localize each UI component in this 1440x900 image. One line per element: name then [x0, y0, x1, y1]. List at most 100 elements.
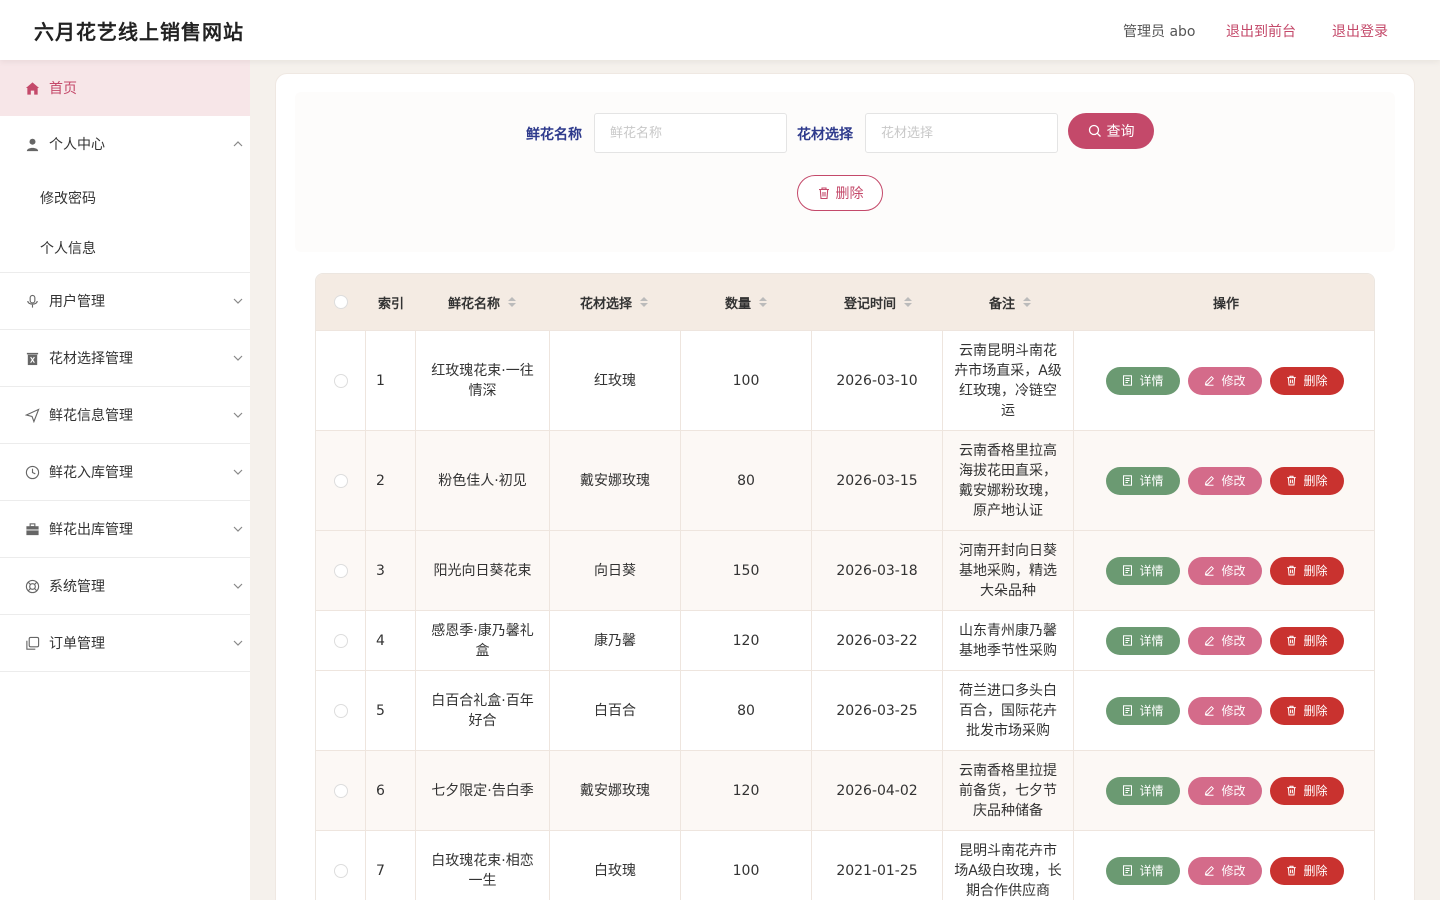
detail-label: 详情	[1139, 563, 1164, 578]
edit-button[interactable]: 修改	[1188, 556, 1262, 585]
sidebar-item-orders[interactable]: 订单管理	[0, 615, 250, 671]
cell-index: 3	[366, 531, 416, 610]
detail-label: 详情	[1139, 373, 1164, 388]
logout-link[interactable]: 退出登录	[1332, 21, 1388, 41]
select-all-checkbox-cell[interactable]	[316, 274, 366, 330]
cell-date: 2021-01-25	[812, 831, 943, 900]
header-material[interactable]: 花材选择	[548, 274, 680, 330]
row-checkbox-cell[interactable]	[316, 331, 366, 430]
row-checkbox[interactable]	[333, 863, 348, 878]
detail-label: 详情	[1139, 863, 1164, 878]
delete-button[interactable]: 删除	[1270, 556, 1344, 585]
cell-quantity: 80	[681, 431, 812, 530]
detail-button[interactable]: 详情	[1106, 776, 1180, 805]
header-quantity[interactable]: 数量	[680, 274, 812, 330]
sidebar-item-user-management[interactable]: 用户管理	[0, 273, 250, 329]
header-date[interactable]: 登记时间	[812, 274, 944, 330]
sidebar-subitem-change-password[interactable]: 修改密码	[40, 188, 96, 208]
back-to-front-link[interactable]: 退出到前台	[1226, 21, 1296, 41]
cell-actions: 详情 修改 删除	[1074, 431, 1374, 530]
cell-flower-name: 粉色佳人·初见	[416, 431, 550, 530]
select-all-checkbox[interactable]	[334, 295, 348, 309]
query-button[interactable]: 查询	[1068, 113, 1154, 149]
sidebar-item-system[interactable]: 系统管理	[0, 558, 250, 614]
detail-button[interactable]: 详情	[1106, 466, 1180, 495]
edit-icon	[1204, 475, 1215, 486]
cell-flower-name: 感恩季·康乃馨礼盒	[416, 611, 550, 670]
sidebar-item-material-management[interactable]: 花材选择管理	[0, 330, 250, 386]
detail-button[interactable]: 详情	[1106, 556, 1180, 585]
sort-icon[interactable]	[904, 297, 912, 307]
row-checkbox-cell[interactable]	[316, 431, 366, 530]
header-note[interactable]: 备注	[944, 274, 1076, 330]
trash-icon	[1286, 375, 1297, 386]
edit-button[interactable]: 修改	[1188, 366, 1262, 395]
cell-quantity: 80	[681, 671, 812, 750]
row-checkbox-cell[interactable]	[316, 831, 366, 900]
sort-icon[interactable]	[508, 297, 516, 307]
row-checkbox-cell[interactable]	[316, 611, 366, 670]
detail-label: 详情	[1139, 633, 1164, 648]
sort-icon[interactable]	[1023, 297, 1031, 307]
delete-button[interactable]: 删除	[1270, 776, 1344, 805]
row-checkbox[interactable]	[333, 373, 348, 388]
row-checkbox-cell[interactable]	[316, 751, 366, 830]
material-input[interactable]	[865, 113, 1058, 153]
flower-name-input[interactable]	[594, 113, 787, 153]
trash-icon	[1286, 865, 1297, 876]
sidebar-subitem-profile[interactable]: 个人信息	[40, 238, 96, 258]
sidebar-item-label: 个人中心	[49, 137, 105, 153]
search-panel	[295, 92, 1395, 252]
sort-icon[interactable]	[759, 297, 767, 307]
delete-button[interactable]: 删除	[1270, 626, 1344, 655]
detail-button[interactable]: 详情	[1106, 856, 1180, 885]
sidebar-item-label: 鲜花入库管理	[49, 465, 133, 481]
microphone-icon	[24, 293, 40, 309]
document-icon	[1122, 705, 1133, 716]
divider	[0, 671, 250, 672]
cell-actions: 详情 修改 删除	[1074, 831, 1374, 900]
sidebar-item-stock-out[interactable]: 鲜花出库管理	[0, 501, 250, 557]
cell-index: 1	[366, 331, 416, 430]
detail-button[interactable]: 详情	[1106, 696, 1180, 725]
edit-button[interactable]: 修改	[1188, 856, 1262, 885]
delete-button[interactable]: 删除	[1270, 466, 1344, 495]
detail-button[interactable]: 详情	[1106, 366, 1180, 395]
cell-quantity: 100	[681, 831, 812, 900]
chevron-down-icon	[233, 467, 243, 477]
cell-note: 云南香格里拉提前备货，七夕节庆品种储备	[943, 751, 1074, 830]
cell-actions: 详情 修改 删除	[1074, 331, 1374, 430]
edit-button[interactable]: 修改	[1188, 466, 1262, 495]
edit-button[interactable]: 修改	[1188, 776, 1262, 805]
delete-button[interactable]: 删除	[1270, 696, 1344, 725]
delete-button[interactable]: 删除	[1270, 856, 1344, 885]
edit-label: 修改	[1221, 373, 1246, 388]
delete-label: 删除	[1303, 783, 1328, 798]
detail-button[interactable]: 详情	[1106, 626, 1180, 655]
sidebar-item-flower-info[interactable]: 鲜花信息管理	[0, 387, 250, 443]
sidebar-item-label: 花材选择管理	[49, 351, 133, 367]
header-flower-name[interactable]: 鲜花名称	[416, 274, 548, 330]
row-checkbox-cell[interactable]	[316, 671, 366, 750]
header-label: 花材选择	[579, 296, 632, 312]
edit-label: 修改	[1221, 563, 1246, 578]
sidebar-item-home[interactable]: 首页	[0, 60, 250, 116]
row-checkbox[interactable]	[333, 563, 348, 578]
sidebar-item-stock-in[interactable]: 鲜花入库管理	[0, 444, 250, 500]
home-icon	[24, 80, 40, 96]
sidebar-item-label: 用户管理	[49, 294, 105, 310]
row-checkbox[interactable]	[333, 783, 348, 798]
edit-label: 修改	[1221, 703, 1246, 718]
row-checkbox[interactable]	[333, 703, 348, 718]
delete-button[interactable]: 删除	[1270, 366, 1344, 395]
batch-delete-button[interactable]: 删除	[797, 175, 883, 211]
row-checkbox[interactable]	[333, 473, 348, 488]
sidebar-item-personal-center[interactable]: 个人中心	[0, 116, 250, 172]
table-row: 7 白玫瑰花束·相恋一生 白玫瑰 100 2021-01-25 昆明斗南花卉市场…	[316, 830, 1374, 900]
edit-icon	[1204, 705, 1215, 716]
row-checkbox[interactable]	[333, 633, 348, 648]
sort-icon[interactable]	[640, 297, 648, 307]
row-checkbox-cell[interactable]	[316, 531, 366, 610]
edit-button[interactable]: 修改	[1188, 696, 1262, 725]
edit-button[interactable]: 修改	[1188, 626, 1262, 655]
